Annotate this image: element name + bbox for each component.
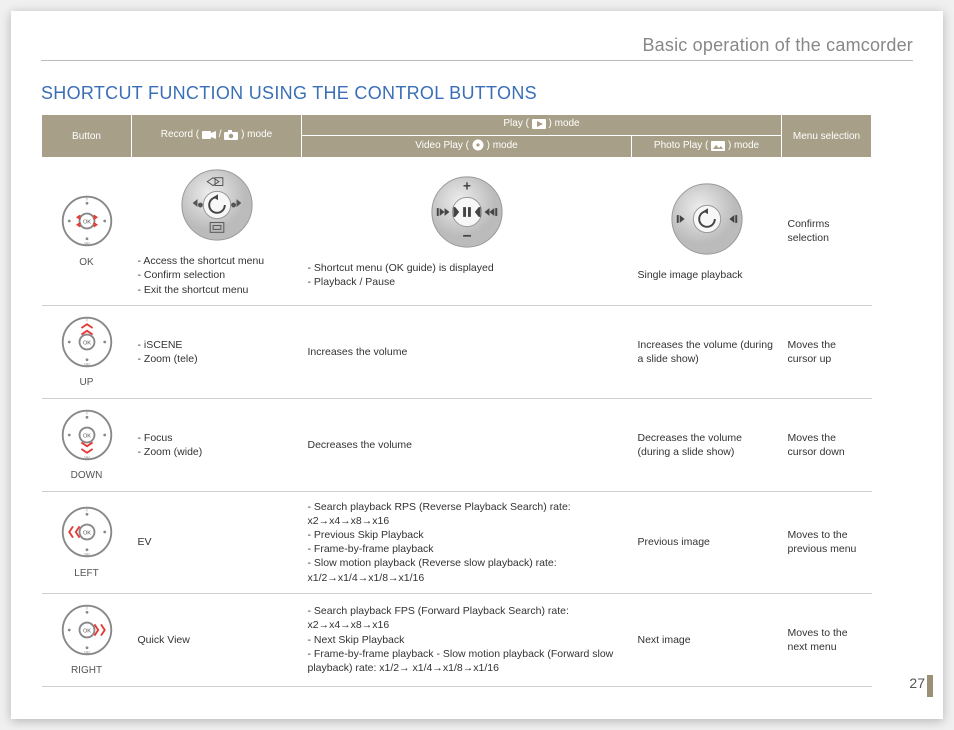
video-ok-list: Shortcut menu (OK guide) is displayed Pl… [308,261,626,289]
video-ok-diagram: + − [428,242,506,254]
th-play: Play ( ) mode [302,115,782,136]
table-row: OK T W RIGHT Quick View Search playback [42,593,872,686]
svg-text:OK: OK [82,433,90,439]
section-title: SHORTCUT FUNCTION USING THE CONTROL BUTT… [41,83,913,104]
play-mode-icon [532,119,546,132]
svg-text:W: W [84,456,90,462]
table-body: OK T W OK [42,158,872,687]
camera-icon [224,130,238,143]
shortcut-table: Button Record ( / ) mode Play ( [41,114,872,687]
svg-text:W: W [84,363,90,369]
th-menu: Menu selection [782,115,872,158]
svg-text:T: T [85,197,89,203]
video-disc-icon [472,139,484,154]
th-video-play: Video Play ( ) mode [302,136,632,158]
svg-text:OK: OK [82,340,90,346]
svg-text:T: T [85,410,89,416]
svg-text:OK: OK [82,628,90,634]
table-row: OK T W OK [42,158,872,306]
camcorder-icon [202,130,216,143]
right-button-diagram: OK T W [59,602,115,658]
photo-icon [711,141,725,154]
th-button: Button [42,115,132,158]
menu-ok-text: Confirms selection [782,158,872,306]
th-record: Record ( / ) mode [132,115,302,158]
table-row: OK T W UP iSCENEZoom (tele) Increases th… [42,305,872,398]
manual-page: Basic operation of the camcorder SHORTCU… [11,11,943,719]
svg-text:W: W [84,243,90,249]
svg-text:W: W [84,553,90,559]
photo-ok-diagram [668,249,746,261]
svg-text:−: − [462,228,471,245]
down-button-diagram: OK T W [59,407,115,463]
svg-text:+: + [463,179,471,194]
svg-text:OK: OK [82,220,90,226]
page-edge-tab [927,675,933,697]
th-photo-play: Photo Play ( ) mode [632,136,782,158]
chapter-title: Basic operation of the camcorder [41,35,913,56]
button-label: OK [48,256,126,270]
left-button-diagram: OK T W [59,504,115,560]
record-ok-list: Access the shortcut menu Confirm selecti… [138,254,296,297]
up-button-diagram: OK T W [59,314,115,370]
record-ok-diagram [178,235,256,247]
table-row: OK T W DOWN FocusZoom (wide) Decreases t… [42,398,872,491]
svg-text:OK: OK [82,531,90,537]
svg-text:T: T [85,605,89,611]
svg-text:W: W [84,651,90,657]
table-row: OK T W LEFT EV Search playback RPS (Reve [42,491,872,593]
svg-text:T: T [85,508,89,514]
svg-text:T: T [85,317,89,323]
chapter-rule [41,60,913,61]
ok-button-diagram: OK T W [59,193,115,249]
page-number: 27 [909,675,925,691]
photo-ok-text: Single image playback [638,269,743,281]
